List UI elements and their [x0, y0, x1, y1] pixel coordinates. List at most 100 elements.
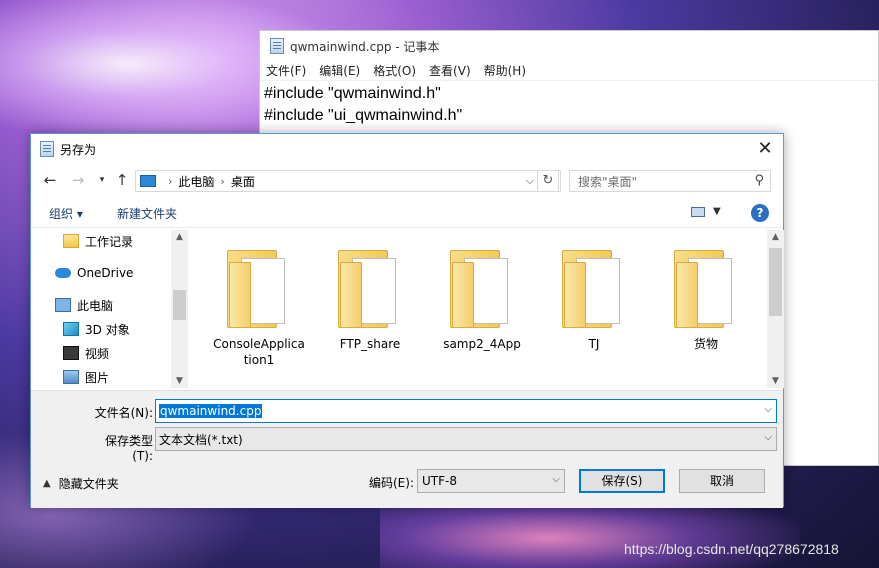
folder-icon — [562, 244, 626, 328]
new-folder-button[interactable]: 新建文件夹 — [117, 205, 177, 222]
folder-icon — [227, 244, 291, 328]
dialog-titlebar[interactable]: 另存为 ✕ — [31, 134, 783, 164]
3d-objects-icon — [63, 322, 79, 336]
save-as-dialog: 另存为 ✕ ← → ▾ ↑ › 此电脑 › 桌面 ⌵ ↻ 搜索"桌面" ⚲ 组织… — [30, 133, 784, 508]
menu-help[interactable]: 帮助(H) — [484, 62, 526, 79]
notepad-menubar: 文件(F) 编辑(E) 格式(O) 查看(V) 帮助(H) — [260, 61, 878, 81]
file-label: ConsoleApplica — [213, 337, 305, 351]
file-label: 货物 — [693, 337, 718, 351]
menu-view[interactable]: 查看(V) — [429, 62, 471, 79]
nav-item-work-records[interactable]: 工作记录 — [63, 230, 133, 252]
refresh-button[interactable]: ↻ — [537, 170, 559, 192]
filename-value: qwmainwind.cpp — [159, 404, 263, 418]
menu-file[interactable]: 文件(F) — [266, 62, 306, 79]
dialog-title: 另存为 — [60, 142, 97, 157]
scroll-up-icon[interactable]: ▲ — [171, 232, 188, 242]
filetype-select[interactable]: 文本文档(*.txt) ⌵ — [155, 427, 777, 451]
breadcrumb-this-pc[interactable]: 此电脑 — [178, 173, 214, 190]
file-item-tj[interactable]: TJ — [544, 244, 644, 352]
breadcrumb-chevron-icon[interactable]: › — [168, 175, 172, 188]
dialog-footer: 文件名(N): qwmainwind.cpp ⌵ 保存类型(T): 文本文档(*… — [31, 390, 783, 508]
dialog-toolbar: 组织 ▾ 新建文件夹 ▼ ? — [31, 200, 783, 228]
chevron-down-icon[interactable]: ⌵ — [764, 432, 772, 443]
pictures-icon — [63, 370, 79, 384]
hide-folders-toggle[interactable]: ▲ 隐藏文件夹 — [43, 475, 119, 492]
search-placeholder: 搜索"桌面" — [578, 174, 638, 189]
address-dropdown-icon[interactable]: ⌵ — [526, 171, 534, 191]
breadcrumb-desktop[interactable]: 桌面 — [231, 173, 255, 190]
menu-edit[interactable]: 编辑(E) — [319, 62, 360, 79]
filename-input[interactable]: qwmainwind.cpp ⌵ — [155, 399, 777, 423]
chevron-down-icon[interactable]: ⌵ — [552, 474, 560, 485]
notepad-titlebar[interactable]: qwmainwind.cpp - 记事本 — [260, 31, 878, 61]
file-item-consoleapplication1[interactable]: ConsoleApplica tion1 — [209, 244, 309, 368]
text-line: #include "qwmainwind.h" — [264, 85, 441, 102]
address-bar[interactable]: › 此电脑 › 桌面 ⌵ — [135, 170, 561, 192]
computer-icon — [55, 298, 71, 312]
scroll-down-icon[interactable]: ▼ — [767, 376, 784, 386]
nav-item-label: 图片 — [85, 370, 110, 385]
navigation-pane: 工作记录 OneDrive 此电脑 3D 对象 视频 图片 — [31, 230, 187, 388]
encoding-value: UTF-8 — [422, 474, 457, 488]
text-line: #include "ui_qwmainwind.h" — [264, 107, 463, 124]
folder-icon — [338, 244, 402, 328]
hide-folders-label: 隐藏文件夹 — [58, 477, 119, 491]
nav-item-label: 工作记录 — [85, 234, 134, 249]
menu-format[interactable]: 格式(O) — [373, 62, 416, 79]
file-label: tion1 — [243, 353, 275, 367]
notepad-title: qwmainwind.cpp - 记事本 — [290, 39, 440, 54]
nav-item-3d-objects[interactable]: 3D 对象 — [63, 318, 130, 340]
folder-icon — [450, 244, 514, 328]
file-item-goods[interactable]: 货物 — [656, 244, 756, 352]
encoding-select[interactable]: UTF-8 ⌵ — [417, 469, 565, 493]
filename-label: 文件名(N): — [94, 406, 153, 420]
nav-item-label: OneDrive — [77, 266, 134, 280]
organize-menu[interactable]: 组织 ▾ — [49, 205, 83, 222]
view-mode-icon[interactable] — [691, 207, 705, 217]
folder-icon — [63, 234, 79, 248]
cancel-button[interactable]: 取消 — [679, 469, 765, 493]
nav-item-this-pc[interactable]: 此电脑 — [55, 294, 113, 316]
save-button[interactable]: 保存(S) — [579, 469, 665, 493]
nav-item-label: 3D 对象 — [85, 322, 130, 337]
onedrive-icon — [55, 268, 71, 278]
notepad-icon — [40, 141, 54, 157]
recent-locations-chevron-icon[interactable]: ▾ — [93, 170, 111, 190]
file-label: TJ — [588, 337, 600, 351]
encoding-label: 编码(E): — [369, 476, 414, 490]
forward-arrow-icon[interactable]: → — [69, 170, 87, 190]
chevron-down-icon[interactable]: ⌵ — [764, 404, 772, 415]
help-icon[interactable]: ? — [751, 204, 769, 222]
chevron-up-icon: ▲ — [43, 478, 51, 489]
search-icon[interactable]: ⚲ — [754, 173, 764, 188]
scroll-up-icon[interactable]: ▲ — [767, 232, 784, 242]
scroll-down-icon[interactable]: ▼ — [171, 376, 188, 386]
nav-item-videos[interactable]: 视频 — [63, 342, 109, 364]
breadcrumb-chevron-icon[interactable]: › — [220, 175, 224, 188]
file-label: samp2_4App — [443, 337, 521, 351]
file-list: ConsoleApplica tion1 FTP_share samp2_4Ap… — [189, 230, 767, 388]
filetype-value: 文本文档(*.txt) — [159, 432, 243, 447]
nav-item-onedrive[interactable]: OneDrive — [55, 262, 133, 284]
scrollbar-thumb[interactable] — [769, 248, 782, 316]
video-icon — [63, 346, 79, 360]
back-arrow-icon[interactable]: ← — [41, 170, 59, 190]
folder-icon — [674, 244, 738, 328]
notepad-text-area[interactable]: #include "qwmainwind.h" #include "ui_qwm… — [260, 81, 878, 129]
file-item-samp2-4app[interactable]: samp2_4App — [432, 244, 532, 352]
file-item-ftp-share[interactable]: FTP_share — [320, 244, 420, 352]
filetype-label: 保存类型(T): — [104, 434, 153, 463]
up-arrow-icon[interactable]: ↑ — [113, 170, 131, 190]
close-button[interactable]: ✕ — [755, 139, 775, 159]
notepad-icon — [270, 38, 284, 54]
nav-item-label: 视频 — [85, 346, 110, 361]
nav-item-pictures[interactable]: 图片 — [63, 366, 109, 388]
navigation-bar: ← → ▾ ↑ › 此电脑 › 桌面 ⌵ ↻ 搜索"桌面" ⚲ — [31, 168, 783, 194]
view-mode-dropdown-icon[interactable]: ▼ — [713, 206, 721, 217]
file-label: FTP_share — [339, 337, 401, 351]
file-list-scrollbar[interactable]: ▲ ▼ — [767, 230, 784, 388]
search-input[interactable]: 搜索"桌面" ⚲ — [569, 170, 771, 192]
watermark-text: https://blog.csdn.net/qq278672818 — [624, 541, 839, 557]
navigation-pane-scrollbar[interactable]: ▲ ▼ — [171, 230, 188, 388]
scrollbar-thumb[interactable] — [173, 290, 186, 320]
